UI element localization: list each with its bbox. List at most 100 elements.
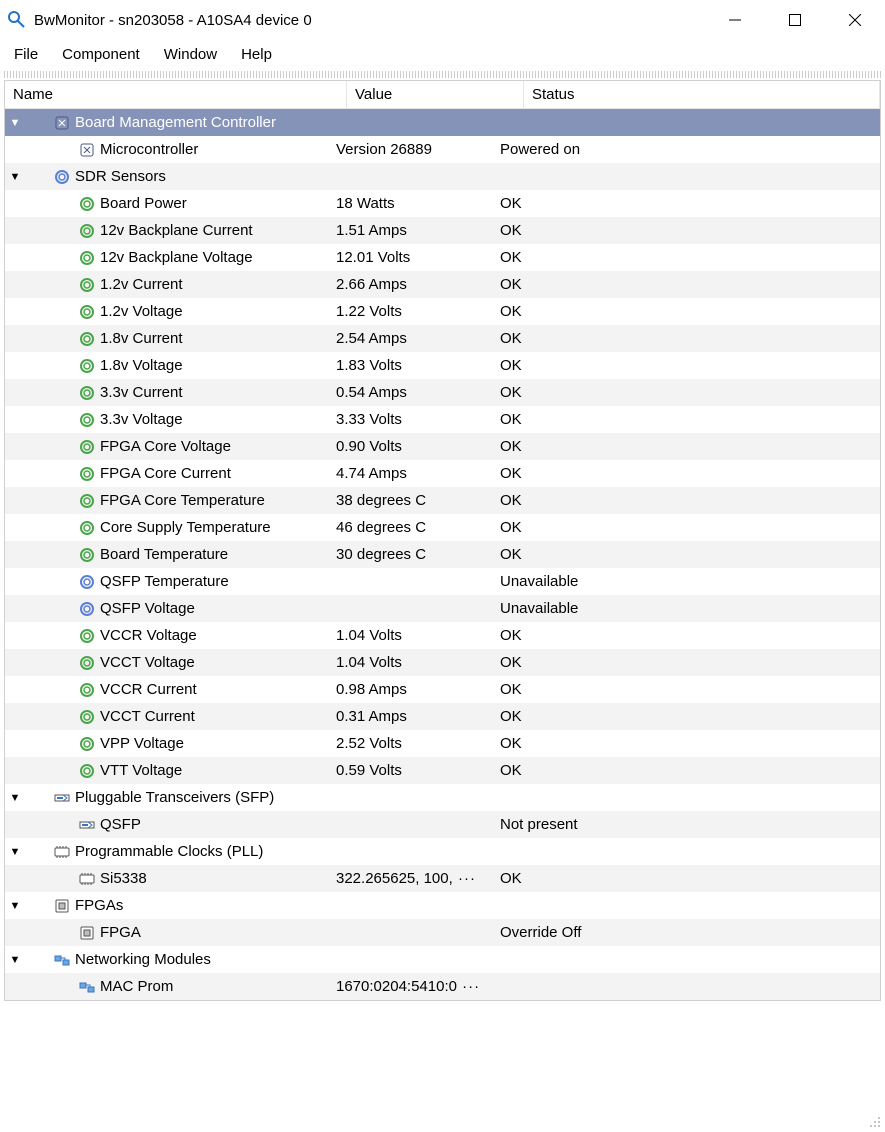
node-status: OK — [498, 735, 880, 752]
node-value: 2.52 Volts — [334, 735, 498, 752]
row-cst[interactable]: Core Supply Temperature46 degrees COK — [5, 514, 880, 541]
toolbar-gripper[interactable] — [4, 71, 881, 78]
row-vccrv[interactable]: VCCR Voltage1.04 VoltsOK — [5, 622, 880, 649]
expand-caret-icon[interactable]: ▼ — [7, 846, 23, 858]
app-icon — [8, 11, 26, 29]
row-v18v[interactable]: 1.8v Voltage1.83 VoltsOK — [5, 352, 880, 379]
node-value: 12.01 Volts — [334, 249, 498, 266]
minimize-button[interactable] — [705, 0, 765, 40]
node-name: FPGA Core Temperature — [100, 492, 265, 509]
node-icon — [78, 762, 96, 780]
node-name: Board Management Controller — [75, 114, 276, 131]
row-fpgacc[interactable]: FPGA Core Current4.74 AmpsOK — [5, 460, 880, 487]
node-icon — [78, 681, 96, 699]
node-status: OK — [498, 492, 880, 509]
menu-help[interactable]: Help — [239, 44, 274, 65]
node-icon — [53, 114, 71, 132]
row-pll[interactable]: ▼Programmable Clocks (PLL) — [5, 838, 880, 865]
node-icon — [78, 627, 96, 645]
row-sfp[interactable]: ▼ Pluggable Transceivers (SFP) — [5, 784, 880, 811]
node-icon — [53, 168, 71, 186]
row-bp12v[interactable]: 12v Backplane Voltage12.01 VoltsOK — [5, 244, 880, 271]
row-si5338[interactable]: Si5338322.265625, 100, ···OK — [5, 865, 880, 892]
row-vcctv[interactable]: VCCT Voltage1.04 VoltsOK — [5, 649, 880, 676]
node-value: 2.54 Amps — [334, 330, 498, 347]
node-value: 0.31 Amps — [334, 708, 498, 725]
expand-caret-icon[interactable]: ▼ — [7, 792, 23, 804]
node-name: Board Power — [100, 195, 187, 212]
expand-caret-icon[interactable]: ▼ — [7, 900, 23, 912]
row-bmc[interactable]: ▼ Board Management Controller — [5, 109, 880, 136]
node-status: Not present — [498, 816, 880, 833]
row-fpga[interactable]: FPGAOverride Off — [5, 919, 880, 946]
row-v12v[interactable]: 1.2v Voltage1.22 VoltsOK — [5, 298, 880, 325]
row-macprom[interactable]: MAC Prom1670:0204:5410:0 ··· — [5, 973, 880, 1000]
node-name: FPGA — [100, 924, 141, 941]
node-status: OK — [498, 411, 880, 428]
row-bt[interactable]: Board Temperature30 degrees COK — [5, 541, 880, 568]
row-fpgas[interactable]: ▼FPGAs — [5, 892, 880, 919]
menubar: File Component Window Help — [0, 40, 885, 71]
resize-grip[interactable] — [867, 1114, 881, 1128]
node-icon — [78, 492, 96, 510]
row-microcontroller[interactable]: MicrocontrollerVersion 26889Powered on — [5, 136, 880, 163]
column-value[interactable]: Value — [347, 81, 524, 108]
tree-table: Name Value Status ▼ Board Management Cont… — [4, 80, 881, 1001]
row-v12c[interactable]: 1.2v Current2.66 AmpsOK — [5, 271, 880, 298]
node-status: OK — [498, 708, 880, 725]
column-status[interactable]: Status — [524, 81, 880, 108]
node-status: OK — [498, 438, 880, 455]
node-value: 0.98 Amps — [334, 681, 498, 698]
maximize-button[interactable] — [765, 0, 825, 40]
row-vttv[interactable]: VTT Voltage0.59 VoltsOK — [5, 757, 880, 784]
row-qsfpt[interactable]: QSFP TemperatureUnavailable — [5, 568, 880, 595]
row-v33c[interactable]: 3.3v Current0.54 AmpsOK — [5, 379, 880, 406]
node-name: 1.2v Current — [100, 276, 183, 293]
row-net[interactable]: ▼Networking Modules — [5, 946, 880, 973]
row-bp12c[interactable]: 12v Backplane Current1.51 AmpsOK — [5, 217, 880, 244]
close-button[interactable] — [825, 0, 885, 40]
node-name: Pluggable Transceivers (SFP) — [75, 789, 274, 806]
expand-caret-icon[interactable]: ▼ — [7, 117, 23, 129]
menu-window[interactable]: Window — [162, 44, 219, 65]
column-name[interactable]: Name — [5, 81, 347, 108]
titlebar[interactable]: BwMonitor - sn203058 - A10SA4 device 0 — [0, 0, 885, 40]
node-name: QSFP Voltage — [100, 600, 195, 617]
row-vppv[interactable]: VPP Voltage2.52 VoltsOK — [5, 730, 880, 757]
menu-component[interactable]: Component — [60, 44, 142, 65]
node-name: FPGA Core Voltage — [100, 438, 231, 455]
expand-caret-icon[interactable]: ▼ — [7, 171, 23, 183]
node-icon — [78, 303, 96, 321]
row-qsfpv[interactable]: QSFP Voltage Unavailable — [5, 595, 880, 622]
node-name: VCCT Voltage — [100, 654, 195, 671]
node-icon — [78, 708, 96, 726]
row-fpgacv[interactable]: FPGA Core Voltage0.90 VoltsOK — [5, 433, 880, 460]
node-icon — [78, 276, 96, 294]
node-status: Unavailable — [498, 600, 880, 617]
node-value: 1670:0204:5410:0 ··· — [334, 978, 498, 995]
node-value: 1.51 Amps — [334, 222, 498, 239]
node-value: 30 degrees C — [334, 546, 498, 563]
node-icon — [78, 870, 96, 888]
row-v33v[interactable]: 3.3v Voltage3.33 VoltsOK — [5, 406, 880, 433]
row-boardpower[interactable]: Board Power18 WattsOK — [5, 190, 880, 217]
expand-caret-icon[interactable]: ▼ — [7, 954, 23, 966]
node-icon — [78, 924, 96, 942]
menu-file[interactable]: File — [12, 44, 40, 65]
node-value: 1.22 Volts — [334, 303, 498, 320]
row-qsfp[interactable]: QSFPNot present — [5, 811, 880, 838]
node-name: 1.2v Voltage — [100, 303, 183, 320]
node-status: Powered on — [498, 141, 880, 158]
node-icon — [78, 384, 96, 402]
node-icon — [78, 357, 96, 375]
row-v18c[interactable]: 1.8v Current2.54 AmpsOK — [5, 325, 880, 352]
node-name: Microcontroller — [100, 141, 198, 158]
node-icon — [78, 573, 96, 591]
row-sdr[interactable]: ▼SDR Sensors — [5, 163, 880, 190]
node-name: QSFP Temperature — [100, 573, 229, 590]
row-vcctc[interactable]: VCCT Current0.31 AmpsOK — [5, 703, 880, 730]
row-vccrc[interactable]: VCCR Current0.98 AmpsOK — [5, 676, 880, 703]
node-icon — [78, 222, 96, 240]
node-status: OK — [498, 330, 880, 347]
row-fpgact[interactable]: FPGA Core Temperature38 degrees COK — [5, 487, 880, 514]
